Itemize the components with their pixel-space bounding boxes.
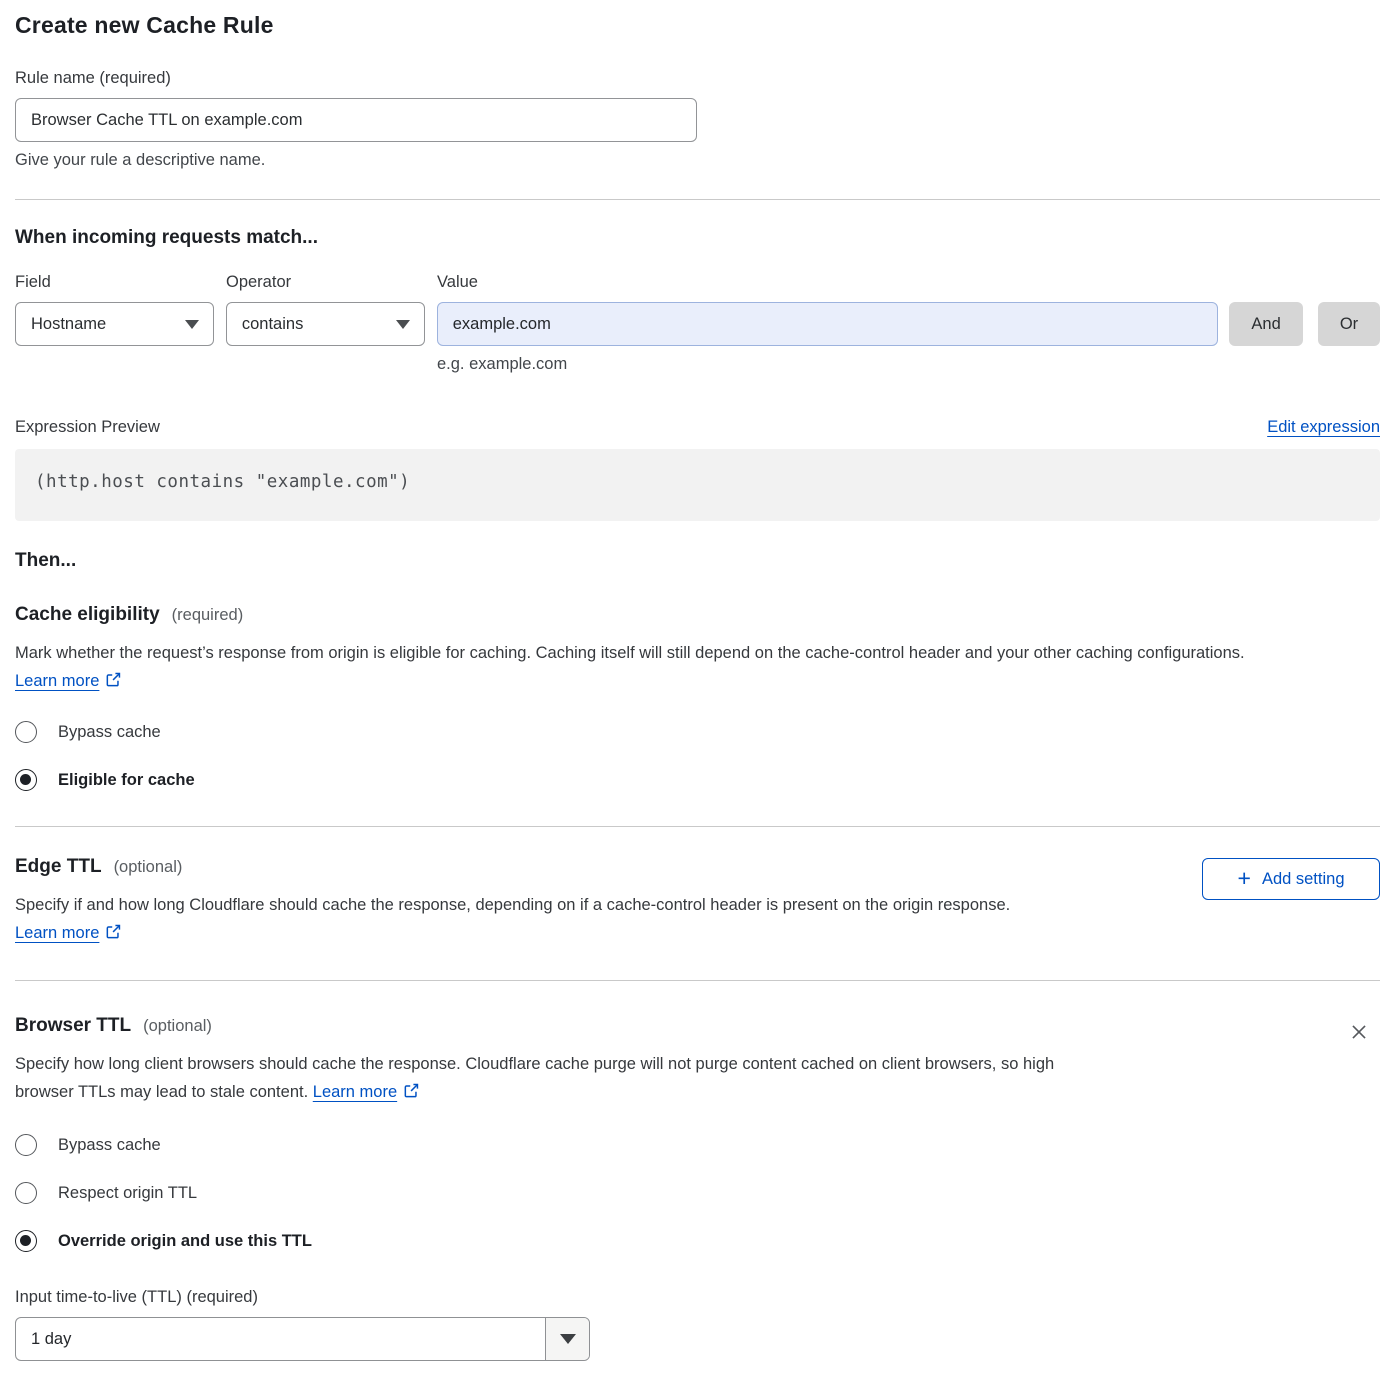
- field-label: Field: [15, 273, 226, 292]
- and-button[interactable]: And: [1229, 302, 1303, 346]
- required-badge: (required): [172, 606, 244, 625]
- field-select-value: Hostname: [31, 315, 106, 334]
- value-label: Value: [437, 273, 478, 292]
- radio-checked-icon: [15, 769, 37, 791]
- operator-select[interactable]: contains: [226, 302, 425, 346]
- cache-eligibility-header: Cache eligibility (required): [15, 604, 1380, 626]
- description-text: Specify how long client browsers should …: [15, 1055, 1054, 1101]
- value-input[interactable]: [437, 302, 1218, 346]
- cache-eligibility-options: Bypass cache Eligible for cache: [15, 721, 1380, 791]
- chevron-down-icon: [560, 1334, 576, 1344]
- add-setting-label: Add setting: [1262, 870, 1345, 889]
- radio-checked-icon: [15, 1230, 37, 1252]
- divider: [15, 980, 1380, 981]
- create-cache-rule-page: Create new Cache Rule Rule name (require…: [0, 0, 1400, 1381]
- edge-ttl-description: Specify if and how long Cloudflare shoul…: [15, 891, 1115, 947]
- operator-select-value: contains: [242, 315, 303, 334]
- learn-more-link[interactable]: Learn more: [15, 672, 122, 690]
- radio-eligible-for-cache[interactable]: Eligible for cache: [15, 769, 1380, 791]
- cache-eligibility-title: Cache eligibility: [15, 604, 160, 626]
- external-link-icon: [105, 671, 122, 688]
- remove-setting-button[interactable]: [1344, 1017, 1374, 1050]
- plus-icon: +: [1238, 867, 1251, 890]
- external-link-icon: [403, 1082, 420, 1099]
- edge-ttl-title: Edge TTL: [15, 856, 102, 878]
- edit-expression-link[interactable]: Edit expression: [1267, 418, 1380, 437]
- field-select[interactable]: Hostname: [15, 302, 214, 346]
- radio-respect-origin-ttl[interactable]: Respect origin TTL: [15, 1182, 1380, 1204]
- radio-label: Respect origin TTL: [58, 1184, 197, 1203]
- match-heading: When incoming requests match...: [15, 227, 1380, 249]
- expression-code: (http.host contains "example.com"): [35, 472, 410, 492]
- cache-eligibility-description: Mark whether the request’s response from…: [15, 639, 1355, 695]
- then-heading: Then...: [15, 550, 1380, 572]
- optional-badge: (optional): [143, 1017, 212, 1036]
- browser-ttl-left: Browser TTL (optional) Specify how long …: [15, 1015, 1105, 1106]
- rule-name-help: Give your rule a descriptive name.: [15, 151, 1380, 170]
- match-labels-row: Field Operator Value: [15, 273, 1380, 292]
- radio-bypass-cache[interactable]: Bypass cache: [15, 721, 1380, 743]
- match-condition-row: Hostname contains And Or: [15, 302, 1380, 346]
- expression-header: Expression Preview Edit expression: [15, 418, 1380, 437]
- add-setting-button[interactable]: + Add setting: [1202, 858, 1380, 900]
- description-text: Specify if and how long Cloudflare shoul…: [15, 896, 1010, 914]
- radio-label: Override origin and use this TTL: [58, 1232, 312, 1251]
- divider: [15, 826, 1380, 827]
- close-icon: [1348, 1021, 1370, 1043]
- edge-ttl-section-header: Edge TTL (optional) Specify if and how l…: [15, 856, 1380, 947]
- ttl-input-label: Input time-to-live (TTL) (required): [15, 1288, 1380, 1307]
- value-help: e.g. example.com: [437, 355, 1380, 374]
- radio-label: Bypass cache: [58, 1136, 161, 1155]
- radio-override-origin-ttl[interactable]: Override origin and use this TTL: [15, 1230, 1380, 1252]
- external-link-icon: [105, 923, 122, 940]
- radio-icon: [15, 1182, 37, 1204]
- browser-ttl-title: Browser TTL: [15, 1015, 131, 1037]
- learn-more-text: Learn more: [15, 672, 99, 690]
- rule-name-input[interactable]: [15, 98, 697, 142]
- learn-more-link[interactable]: Learn more: [15, 924, 122, 942]
- radio-bypass-cache[interactable]: Bypass cache: [15, 1134, 1380, 1156]
- expression-preview-label: Expression Preview: [15, 418, 160, 437]
- learn-more-text: Learn more: [313, 1083, 397, 1101]
- learn-more-link[interactable]: Learn more: [313, 1083, 420, 1101]
- edge-ttl-header: Edge TTL (optional): [15, 856, 1115, 878]
- ttl-select[interactable]: 1 day: [15, 1317, 590, 1361]
- radio-icon: [15, 1134, 37, 1156]
- or-button[interactable]: Or: [1318, 302, 1380, 346]
- divider: [15, 199, 1380, 200]
- edge-ttl-left: Edge TTL (optional) Specify if and how l…: [15, 856, 1115, 947]
- radio-icon: [15, 721, 37, 743]
- rule-name-label: Rule name (required): [15, 69, 1380, 88]
- page-title: Create new Cache Rule: [15, 12, 1380, 39]
- browser-ttl-header: Browser TTL (optional): [15, 1015, 1105, 1037]
- description-text: Mark whether the request’s response from…: [15, 644, 1245, 662]
- operator-label: Operator: [226, 273, 437, 292]
- chevron-down-icon: [396, 320, 410, 329]
- optional-badge: (optional): [114, 858, 183, 877]
- browser-ttl-description: Specify how long client browsers should …: [15, 1050, 1105, 1106]
- browser-ttl-section-header: Browser TTL (optional) Specify how long …: [15, 1015, 1380, 1106]
- browser-ttl-options: Bypass cache Respect origin TTL Override…: [15, 1134, 1380, 1252]
- learn-more-text: Learn more: [15, 924, 99, 942]
- radio-label: Eligible for cache: [58, 771, 195, 790]
- expression-preview-box: (http.host contains "example.com"): [15, 449, 1380, 521]
- radio-label: Bypass cache: [58, 723, 161, 742]
- chevron-down-icon: [185, 320, 199, 329]
